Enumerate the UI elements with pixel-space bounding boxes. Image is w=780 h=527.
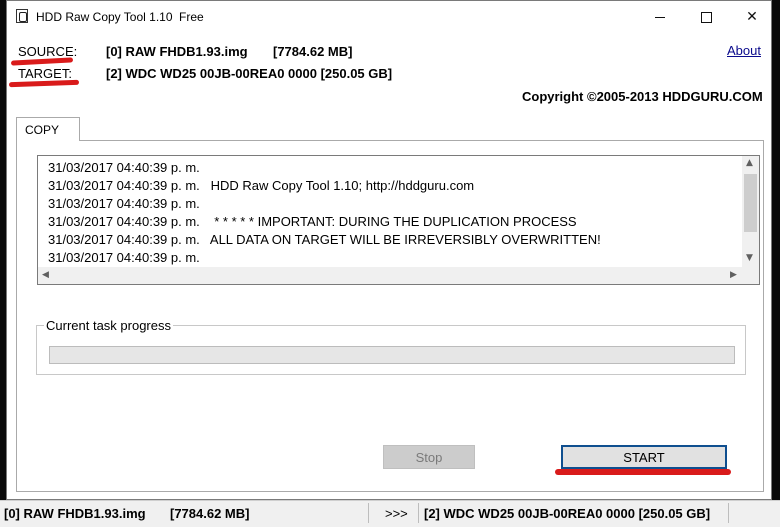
status-arrows: >>> xyxy=(385,506,408,521)
status-divider xyxy=(728,503,729,523)
status-divider xyxy=(368,503,369,523)
log-line: 31/03/2017 04:40:39 p. m. HDD Raw Copy T… xyxy=(48,178,475,193)
tab-copy-label: COPY xyxy=(25,122,60,137)
start-red-underline xyxy=(555,469,731,475)
log-vertical-scrollbar[interactable]: ▲ ▼ xyxy=(742,156,759,267)
source-size: [7784.62 MB] xyxy=(273,44,353,59)
log-horizontal-scrollbar[interactable]: ◀ ▶ xyxy=(38,267,744,284)
log-line: 31/03/2017 04:40:39 p. m. ALL DATA ON TA… xyxy=(48,232,601,247)
source-device: [0] RAW FHDB1.93.img xyxy=(106,44,248,59)
target-label: TARGET: xyxy=(18,66,72,81)
log-listbox[interactable]: 31/03/2017 04:40:39 p. m. 31/03/2017 04:… xyxy=(37,155,760,285)
task-progress-label: Current task progress xyxy=(44,318,173,333)
scroll-right-icon[interactable]: ▶ xyxy=(730,270,737,280)
log-line: 31/03/2017 04:40:39 p. m. xyxy=(48,250,200,265)
maximize-button[interactable] xyxy=(683,1,729,33)
status-source: [0] RAW FHDB1.93.img xyxy=(4,506,146,521)
status-bar: [0] RAW FHDB1.93.img [7784.62 MB] >>> [2… xyxy=(0,500,780,527)
window-title: HDD Raw Copy Tool 1.10 xyxy=(36,10,173,24)
status-divider xyxy=(418,503,419,523)
maximize-icon xyxy=(700,11,712,23)
log-line: 31/03/2017 04:40:39 p. m. xyxy=(48,196,200,211)
about-link[interactable]: About xyxy=(727,43,761,58)
app-icon xyxy=(16,9,28,23)
copyright-text: Copyright ©2005-2013 HDDGURU.COM xyxy=(522,89,763,104)
task-progress-bar xyxy=(49,346,735,364)
target-device: [2] WDC WD25 00JB-00REA0 0000 [250.05 GB… xyxy=(106,66,393,81)
tab-copy[interactable]: COPY xyxy=(16,117,80,141)
status-target: [2] WDC WD25 00JB-00REA0 0000 [250.05 GB… xyxy=(424,506,711,521)
log-line: 31/03/2017 04:40:39 p. m. xyxy=(48,160,200,175)
minimize-icon xyxy=(655,16,665,18)
close-icon: ✕ xyxy=(746,9,758,25)
title-bar[interactable]: HDD Raw Copy Tool 1.10 Free ✕ xyxy=(7,1,771,33)
minimize-button[interactable] xyxy=(637,1,683,33)
target-red-underline xyxy=(8,79,80,88)
close-button[interactable]: ✕ xyxy=(729,1,775,33)
vertical-scroll-thumb[interactable] xyxy=(744,174,757,232)
scroll-down-icon[interactable]: ▼ xyxy=(746,253,753,263)
app-window: HDD Raw Copy Tool 1.10 Free ✕ SOURCE: [0… xyxy=(6,0,772,500)
stop-button[interactable]: Stop xyxy=(383,445,475,469)
scroll-up-icon[interactable]: ▲ xyxy=(746,158,753,168)
scrollbar-corner xyxy=(742,267,759,284)
copy-tab-panel: 31/03/2017 04:40:39 p. m. 31/03/2017 04:… xyxy=(16,140,764,492)
start-button[interactable]: START xyxy=(561,445,727,469)
scroll-left-icon[interactable]: ◀ xyxy=(42,270,49,280)
log-line: 31/03/2017 04:40:39 p. m. * * * * * IMPO… xyxy=(48,214,577,229)
status-source-size: [7784.62 MB] xyxy=(170,506,250,521)
edition-label: Free xyxy=(179,10,204,24)
